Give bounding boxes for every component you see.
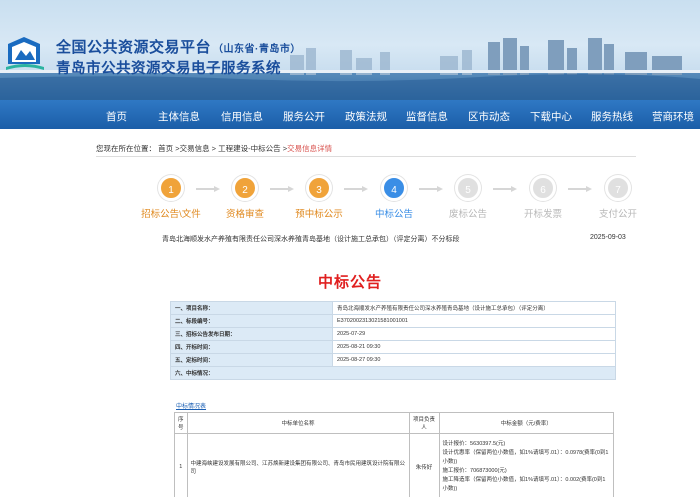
step-number: 6: [530, 175, 556, 201]
row-value: 2025-08-21 09:30: [332, 340, 616, 354]
row-value: E3702002313021581001001: [332, 314, 616, 328]
step-number: 4: [381, 175, 407, 201]
step-label: 支付公开: [598, 209, 637, 220]
step-6[interactable]: 6 开标发票: [503, 175, 583, 220]
amount-line: 施工报价：706873000(元): [442, 467, 507, 474]
step-label: 招标公告\文件: [141, 209, 201, 220]
project-line: 青岛北海顺发水产养殖有限责任公司深水养殖青岛基地（设计施工总承包）（评定分离）不…: [162, 236, 460, 243]
amount-line: 设计报价：5630397.5(元): [442, 440, 506, 447]
step-arrow-icon: [568, 186, 592, 192]
step-2[interactable]: 2 资格审查: [205, 175, 285, 220]
table-header-row: 序号 中标单位名称 项目负责人 中标金额（元/费率）: [174, 412, 615, 434]
nav-entity-info[interactable]: 主体信息: [158, 109, 200, 124]
step-label: 开标发票: [523, 209, 562, 220]
col-header-amount: 中标金额（元/费率）: [438, 412, 615, 434]
step-arrow-icon: [196, 186, 220, 192]
winner-table: 序号 中标单位名称 项目负责人 中标金额（元/费率） 1 中建海峡建设发展有限公…: [174, 412, 615, 497]
step-1[interactable]: 1 招标公告\文件: [131, 175, 211, 220]
col-header-index: 序号: [174, 412, 188, 434]
breadcrumb-trade-info[interactable]: >交易信息: [175, 144, 209, 153]
nav-business-env[interactable]: 营商环境: [652, 109, 694, 124]
col-header-manager: 项目负责人: [408, 412, 440, 434]
main-nav: 首页 主体信息 信用信息 服务公开 政策法规 监督信息 区市动态 下载中心 服务…: [0, 100, 700, 129]
step-arrow-icon: [344, 186, 368, 192]
section-heading: 六、中标情况：: [170, 366, 616, 380]
header-banner: 全国公共资源交易平台 （山东省·青岛市） 青岛市公共资源交易电子服务系统: [0, 0, 700, 100]
nav-download[interactable]: 下载中心: [530, 109, 572, 124]
nav-district-news[interactable]: 区市动态: [468, 109, 510, 124]
table-row: 三、招标公告发布日期： 2025-07-29: [170, 327, 616, 341]
publish-date: 2025-09-03: [590, 234, 626, 241]
nav-policy[interactable]: 政策法规: [345, 109, 387, 124]
step-5[interactable]: 5 废标公告: [428, 175, 508, 220]
amount-line: 设计优惠率（保留两位小数值，如1%请填写.01）：0.0978(费率(0到1小数…: [442, 449, 609, 465]
step-label: 中标公告: [374, 209, 413, 220]
platform-region: （山东省·青岛市）: [213, 44, 301, 55]
step-number: 1: [158, 175, 184, 201]
announcement-detail-table: 一、项目名称： 青岛北海顺发水产养殖有限责任公司深水养殖青岛基地（设计施工总承包…: [170, 301, 616, 380]
step-label: 废标公告: [448, 209, 487, 220]
step-arrow-icon: [270, 186, 294, 192]
nav-hotline[interactable]: 服务热线: [591, 109, 633, 124]
announcement-title: 中标公告: [317, 274, 382, 291]
step-number: 5: [455, 175, 481, 201]
table-row: 四、开标时间： 2025-08-21 09:30: [170, 340, 616, 354]
process-steps: 1 招标公告\文件 2 资格审查 3 预中标公示 4 中标公告 5 废标公告 6…: [0, 175, 700, 225]
step-4[interactable]: 4 中标公告: [354, 175, 434, 220]
row-key: 一、项目名称：: [170, 301, 333, 315]
col-header-company: 中标单位名称: [186, 412, 410, 434]
nav-service-public[interactable]: 服务公开: [283, 109, 325, 124]
winner-table-link[interactable]: 中标情况表: [176, 401, 206, 410]
breadcrumb-engineering[interactable]: > 工程建设-中标公告: [212, 144, 281, 153]
table-row: 1 中建海峡建设发展有限公司、江苏焕新建设集团有限公司、青岛市民用建筑设计院有限…: [174, 433, 615, 497]
amount-line: 施工降造率（保留两位小数值，如1%请填写.01）：0.002(费率(0到1小数)…: [442, 476, 606, 492]
step-number: 7: [605, 175, 631, 201]
step-number: 3: [306, 175, 332, 201]
system-subtitle: 青岛市公共资源交易电子服务系统: [56, 61, 281, 77]
row-key: 二、标段编号：: [170, 314, 333, 328]
divider: [96, 156, 636, 157]
step-label: 资格审查: [225, 209, 264, 220]
step-7[interactable]: 7 支付公开: [578, 175, 658, 220]
nav-supervision[interactable]: 监督信息: [406, 109, 448, 124]
cell-index: 1: [174, 433, 188, 497]
step-arrow-icon: [493, 186, 517, 192]
cell-company: 中建海峡建设发展有限公司、江苏焕新建设集团有限公司、青岛市民用建筑设计院有限公司: [186, 433, 410, 497]
breadcrumb-current: 交易信息详情: [287, 144, 333, 153]
row-value: 2025-08-27 09:30: [332, 353, 616, 367]
table-row: 五、定标时间： 2025-08-27 09:30: [170, 353, 616, 367]
platform-logo-icon: [6, 37, 44, 70]
breadcrumb-home[interactable]: 首页: [158, 144, 173, 153]
nav-credit-info[interactable]: 信用信息: [221, 109, 263, 124]
nav-home[interactable]: 首页: [106, 109, 127, 124]
row-key: 四、开标时间：: [170, 340, 333, 354]
table-row: 六、中标情况：: [170, 366, 616, 380]
cell-amount: 设计报价：5630397.5(元) 设计优惠率（保留两位小数值，如1%请填写.0…: [438, 433, 615, 497]
breadcrumb-prefix: 您现在所在位置：: [96, 144, 156, 153]
table-row: 一、项目名称： 青岛北海顺发水产养殖有限责任公司深水养殖青岛基地（设计施工总承包…: [170, 301, 616, 315]
row-value: 2025-07-29: [332, 327, 616, 341]
row-key: 三、招标公告发布日期：: [170, 327, 333, 341]
platform-title: 全国公共资源交易平台 （山东省·青岛市）: [56, 39, 301, 56]
table-row: 二、标段编号： E3702002313021581001001: [170, 314, 616, 328]
step-label: 预中标公示: [295, 209, 343, 220]
cell-manager: 朱传好: [408, 433, 440, 497]
breadcrumb: 您现在所在位置： 首页 >交易信息 > 工程建设-中标公告 >交易信息详情: [96, 143, 332, 154]
row-value: 青岛北海顺发水产养殖有限责任公司深水养殖青岛基地（设计施工总承包）（评定分离）: [332, 301, 616, 315]
step-number: 2: [232, 175, 258, 201]
step-arrow-icon: [419, 186, 443, 192]
row-key: 五、定标时间：: [170, 353, 333, 367]
step-3[interactable]: 3 预中标公示: [279, 175, 359, 220]
